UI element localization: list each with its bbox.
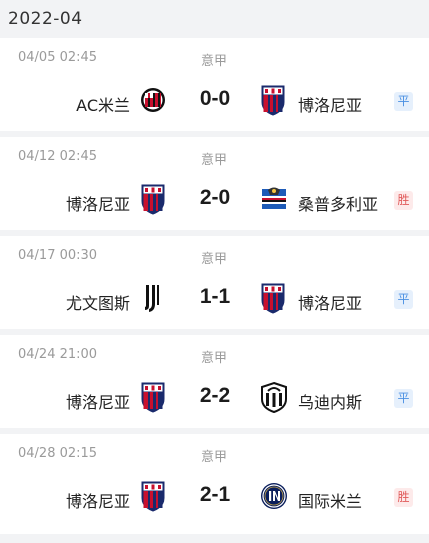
match-card[interactable]: 04/12 02:45 意甲 博洛尼亚 2-0 桑普多利亚 胜 bbox=[0, 137, 429, 230]
home-team-name: 博洛尼亚 bbox=[65, 492, 130, 511]
result-badge: 平 bbox=[394, 290, 413, 309]
bologna-crest-icon bbox=[260, 84, 288, 116]
month-header: 2022-04 bbox=[0, 0, 429, 38]
match-card[interactable]: 04/17 00:30 意甲 尤文图斯 1-1 博洛尼亚 平 bbox=[0, 236, 429, 329]
match-score: 1-1 bbox=[199, 285, 231, 308]
away-team-name: 博洛尼亚 bbox=[298, 294, 363, 313]
match-list: 04/05 02:45 意甲 AC米兰 0-0 博洛尼亚 平 04/12 02:… bbox=[0, 38, 429, 534]
home-team-name: 博洛尼亚 bbox=[65, 393, 130, 412]
match-score: 2-0 bbox=[199, 186, 231, 209]
match-date: 04/28 02:15 bbox=[18, 446, 98, 461]
match-meta: 04/17 00:30 意甲 bbox=[18, 248, 429, 267]
match-row: AC米兰 0-0 博洛尼亚 平 bbox=[0, 80, 429, 126]
away-team-name: 国际米兰 bbox=[298, 492, 363, 511]
match-meta: 04/24 21:00 意甲 bbox=[18, 347, 429, 366]
ac-milan-crest-icon bbox=[140, 84, 166, 116]
home-team-name: AC米兰 bbox=[76, 96, 130, 115]
match-row: 博洛尼亚 2-1 国际米兰 胜 bbox=[0, 476, 429, 522]
result-badge: 平 bbox=[394, 92, 413, 111]
match-card[interactable]: 04/05 02:45 意甲 AC米兰 0-0 博洛尼亚 平 bbox=[0, 38, 429, 131]
match-score: 2-1 bbox=[199, 483, 231, 506]
bologna-crest-icon bbox=[260, 282, 288, 314]
match-date: 04/12 02:45 bbox=[18, 149, 98, 164]
match-league: 意甲 bbox=[201, 351, 228, 366]
match-meta: 04/05 02:45 意甲 bbox=[18, 50, 429, 69]
match-score: 2-2 bbox=[199, 384, 231, 407]
match-row: 尤文图斯 1-1 博洛尼亚 平 bbox=[0, 278, 429, 324]
match-row: 博洛尼亚 2-0 桑普多利亚 胜 bbox=[0, 179, 429, 225]
sampdoria-crest-icon bbox=[260, 183, 288, 215]
result-badge: 胜 bbox=[394, 488, 413, 507]
result-badge: 平 bbox=[394, 389, 413, 408]
result-badge: 胜 bbox=[394, 191, 413, 210]
bologna-crest-icon bbox=[140, 480, 166, 512]
away-team-name: 桑普多利亚 bbox=[298, 195, 379, 214]
match-league: 意甲 bbox=[201, 252, 228, 267]
away-team-name: 乌迪内斯 bbox=[298, 393, 363, 412]
home-team-name: 尤文图斯 bbox=[65, 294, 130, 313]
match-row: 博洛尼亚 2-2 乌迪内斯 平 bbox=[0, 377, 429, 423]
match-date: 04/24 21:00 bbox=[18, 347, 98, 362]
match-league: 意甲 bbox=[201, 153, 228, 168]
home-team-name: 博洛尼亚 bbox=[65, 195, 130, 214]
match-meta: 04/12 02:45 意甲 bbox=[18, 149, 429, 168]
match-date: 04/05 02:45 bbox=[18, 50, 98, 65]
juventus-crest-icon bbox=[140, 282, 166, 314]
match-score: 0-0 bbox=[199, 87, 231, 110]
match-card[interactable]: 04/24 21:00 意甲 博洛尼亚 2-2 乌迪内斯 平 bbox=[0, 335, 429, 428]
match-card[interactable]: 04/28 02:15 意甲 博洛尼亚 2-1 国际米兰 胜 bbox=[0, 434, 429, 534]
inter-milan-crest-icon bbox=[260, 480, 288, 512]
bologna-crest-icon bbox=[140, 183, 166, 215]
match-league: 意甲 bbox=[201, 54, 228, 69]
away-team-name: 博洛尼亚 bbox=[298, 96, 363, 115]
udinese-crest-icon bbox=[260, 381, 288, 413]
month-label: 2022-04 bbox=[8, 9, 83, 29]
match-date: 04/17 00:30 bbox=[18, 248, 98, 263]
match-meta: 04/28 02:15 意甲 bbox=[18, 446, 429, 465]
bologna-crest-icon bbox=[140, 381, 166, 413]
match-league: 意甲 bbox=[201, 450, 228, 465]
